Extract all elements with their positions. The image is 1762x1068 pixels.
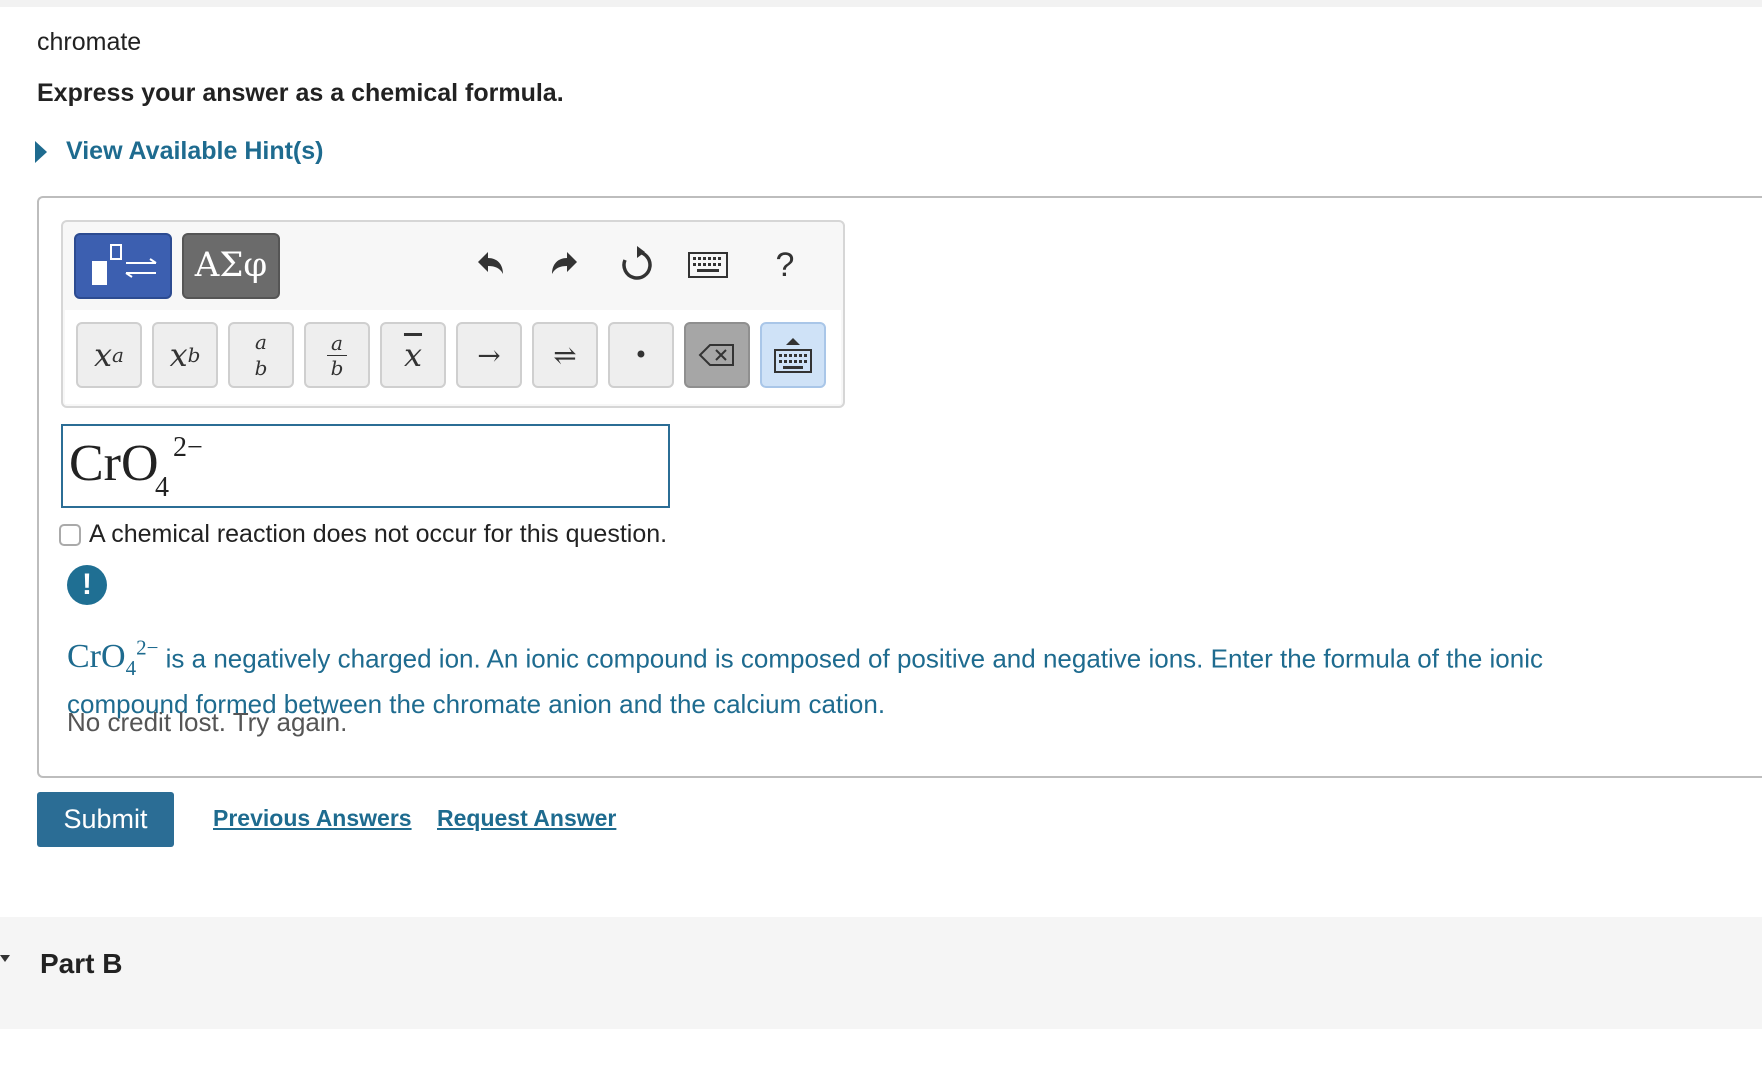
- keyboard-shortcuts-button[interactable]: [683, 240, 733, 290]
- chevron-down-icon: [0, 955, 10, 962]
- keyboard-toggle-key[interactable]: [760, 322, 826, 388]
- previous-answers-link[interactable]: Previous Answers: [213, 805, 412, 832]
- feedback-formula-base: CrO: [67, 638, 126, 676]
- reset-icon: [622, 246, 652, 280]
- reaction-arrow-key[interactable]: →: [456, 322, 522, 388]
- subscript-key[interactable]: xb: [152, 322, 218, 388]
- feedback-formula: CrO42−: [67, 636, 159, 680]
- feedback-formula-subscript: 4: [125, 656, 137, 681]
- key-numerator-label: a: [327, 331, 347, 356]
- question-prompt: chromate: [37, 28, 142, 56]
- keyboard-icon: [688, 252, 728, 278]
- undo-button[interactable]: [465, 240, 515, 290]
- key-base-label: x: [94, 336, 113, 374]
- no-reaction-checkbox[interactable]: [59, 523, 81, 546]
- templates-icon: [92, 244, 157, 285]
- part-b-header[interactable]: [0, 917, 1762, 1029]
- key-sub-label: b: [187, 343, 201, 367]
- key-top-label: a: [255, 330, 267, 354]
- answer-instruction: Express your answer as a chemical formul…: [37, 79, 564, 107]
- no-reaction-label: A chemical reaction does not occur for t…: [89, 520, 668, 548]
- answer-formula-subscript: 4: [155, 472, 169, 503]
- key-bottom-label: b: [254, 356, 268, 380]
- key-sup-label: a: [112, 343, 124, 367]
- view-hints-label: View Available Hint(s): [66, 137, 324, 165]
- redo-icon: [552, 252, 577, 274]
- no-reaction-option[interactable]: A chemical reaction does not occur for t…: [59, 520, 667, 549]
- backspace-icon: [698, 344, 734, 366]
- answer-input[interactable]: CrO 4 2−: [61, 424, 670, 508]
- submit-button[interactable]: Submit: [37, 792, 174, 847]
- credit-note: No credit lost. Try again.: [67, 707, 348, 737]
- keyboard-toggle-icon: [774, 338, 812, 373]
- top-strip: [0, 0, 1762, 7]
- feedback-formula-charge: 2−: [136, 636, 159, 660]
- request-answer-link[interactable]: Request Answer: [437, 805, 616, 832]
- answer-formula-charge: 2−: [173, 432, 203, 463]
- answer-formula-base: CrO: [69, 435, 159, 492]
- backspace-key[interactable]: [684, 322, 750, 388]
- equilibrium-arrow-key[interactable]: ⇌: [532, 322, 598, 388]
- templates-button[interactable]: [74, 233, 172, 299]
- key-overbar-label: x: [403, 336, 423, 374]
- stacked-key[interactable]: a b: [228, 322, 294, 388]
- reset-button[interactable]: [612, 240, 662, 290]
- help-button[interactable]: ?: [760, 240, 810, 290]
- fraction-key[interactable]: a b: [304, 322, 370, 388]
- view-hints-toggle[interactable]: View Available Hint(s): [35, 137, 323, 166]
- key-base-label: x: [169, 336, 188, 374]
- part-b-title: Part B: [40, 948, 123, 979]
- redo-button[interactable]: [540, 240, 590, 290]
- key-denominator-label: b: [330, 355, 344, 380]
- overbar-key[interactable]: x: [380, 322, 446, 388]
- expand-triangle-icon: [35, 140, 47, 163]
- alert-icon: !: [67, 565, 107, 605]
- bullet-dot-key[interactable]: •: [608, 322, 674, 388]
- superscript-key[interactable]: xa: [76, 322, 142, 388]
- symbols-button[interactable]: ΑΣφ: [182, 233, 280, 299]
- undo-icon: [478, 252, 503, 274]
